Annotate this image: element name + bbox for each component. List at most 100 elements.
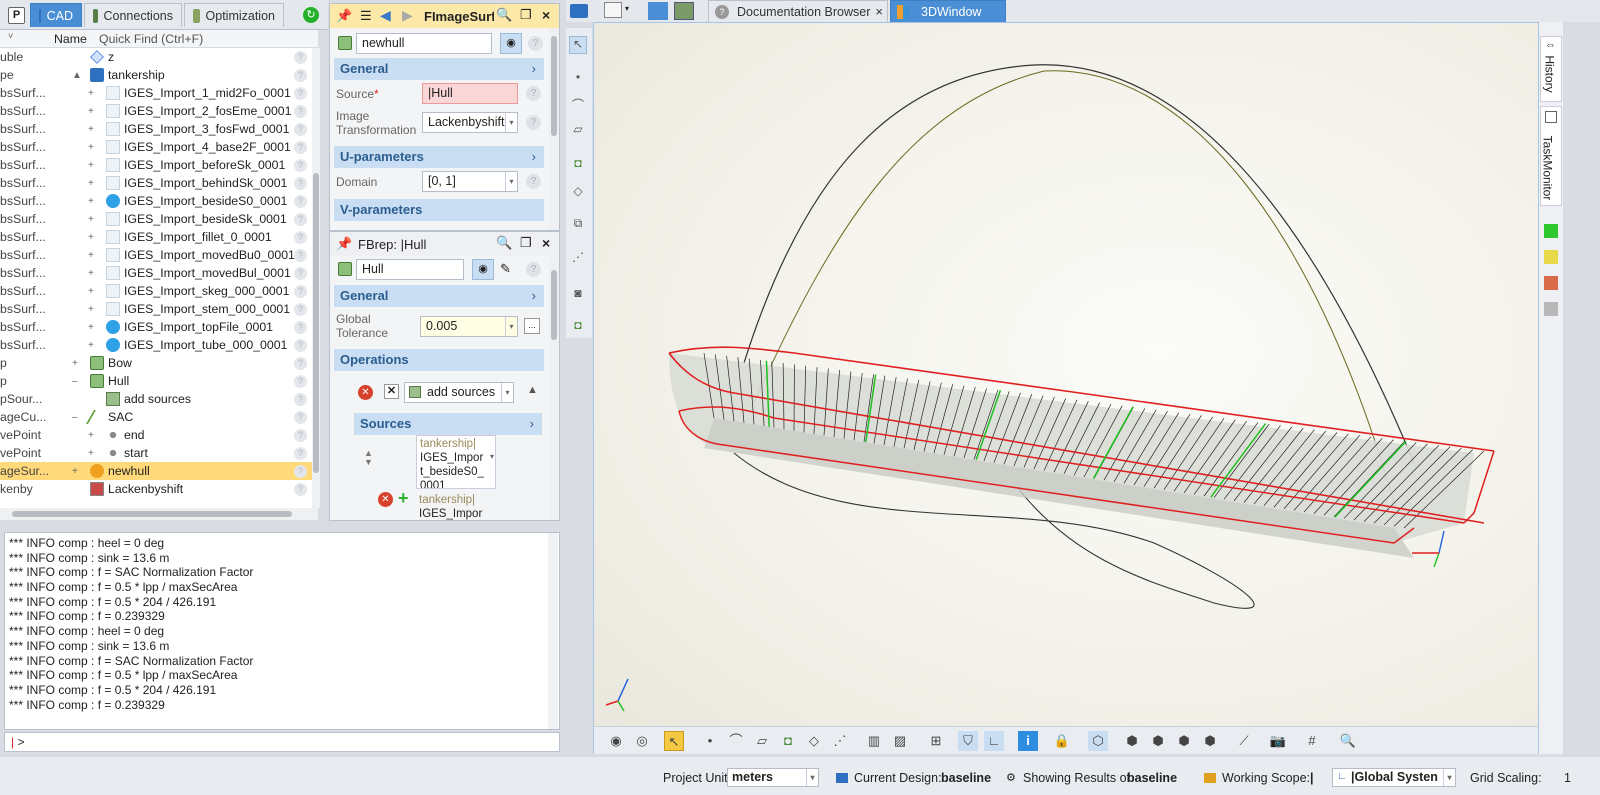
eye-icon[interactable]: ◉: [472, 259, 494, 280]
expand-icon[interactable]: –: [72, 376, 78, 387]
transform-icon[interactable]: ⧉: [569, 216, 587, 234]
expand-icon[interactable]: +: [88, 214, 94, 225]
shield-icon[interactable]: ⛉: [958, 731, 978, 751]
pin-icon[interactable]: 📌: [336, 8, 352, 24]
expand-icon[interactable]: +: [88, 340, 94, 351]
plane-icon[interactable]: ◇: [804, 731, 824, 751]
expand-icon[interactable]: +: [72, 358, 78, 369]
expand-icon[interactable]: ▲: [72, 70, 82, 81]
lock-icon[interactable]: 🔒: [1052, 731, 1072, 751]
zoom-icon[interactable]: 🔍: [1338, 731, 1358, 751]
point-icon[interactable]: •: [700, 731, 720, 751]
expand-icon[interactable]: +: [88, 268, 94, 279]
help-icon[interactable]: ?: [294, 122, 307, 136]
pin-icon[interactable]: 📌: [336, 236, 352, 252]
source-item-1[interactable]: tankership| IGES_Impor t_besideS0_ 0001: [416, 435, 496, 489]
tree-row[interactable]: pSour... add sources?: [0, 390, 318, 408]
v-params-header[interactable]: V-parameters: [334, 199, 544, 221]
menu-icon[interactable]: ☰: [360, 8, 372, 24]
expand-icon[interactable]: +: [88, 448, 94, 459]
wire-icon[interactable]: ▥: [864, 731, 884, 751]
help-icon[interactable]: ?: [526, 262, 541, 277]
domain-field[interactable]: [0, 1] ▾: [422, 171, 518, 192]
expand-icon[interactable]: +: [88, 250, 94, 261]
tree-row[interactable]: bsSurf... + IGES_Import_tube_000_0001?: [0, 336, 318, 354]
expand-icon[interactable]: +: [88, 232, 94, 243]
console-vscroll[interactable]: [548, 533, 558, 729]
tree-row[interactable]: bsSurf... + IGES_Import_4_base2F_0001?: [0, 138, 318, 156]
dotted-line-icon[interactable]: ⋰: [569, 250, 587, 268]
help-icon[interactable]: ?: [294, 266, 307, 280]
taskmonitor-tab[interactable]: TaskMonitor: [1540, 106, 1562, 206]
tree-hscroll[interactable]: [0, 508, 318, 520]
help-icon[interactable]: ?: [526, 86, 541, 101]
help-icon[interactable]: ?: [294, 464, 307, 478]
dropdown-icon[interactable]: ▾: [490, 452, 494, 461]
folder-icon[interactable]: [570, 4, 588, 18]
remove-icon[interactable]: ✕: [378, 492, 393, 507]
tree-row[interactable]: bsSurf... + IGES_Import_1_mid2Fo_0001?: [0, 84, 318, 102]
expand-icon[interactable]: –: [72, 412, 78, 423]
surface-icon[interactable]: ▱: [752, 731, 772, 751]
help-icon[interactable]: ?: [294, 446, 307, 460]
status-gray-icon[interactable]: [1544, 302, 1558, 316]
help-icon[interactable]: ?: [294, 158, 307, 172]
select-icon[interactable]: ↖: [664, 731, 684, 751]
help-icon[interactable]: ?: [528, 36, 543, 51]
help-icon[interactable]: ?: [294, 338, 307, 352]
expand-icon[interactable]: +: [88, 322, 94, 333]
tree-row[interactable]: p – Hull?: [0, 372, 318, 390]
general-header[interactable]: General ›: [334, 285, 544, 307]
camera-icon[interactable]: 📷: [1268, 731, 1288, 751]
reorder-icon[interactable]: ▲ ▼: [364, 449, 373, 467]
help-icon[interactable]: ?: [294, 140, 307, 154]
close-icon[interactable]: ×: [542, 7, 550, 23]
help-icon[interactable]: ?: [294, 68, 307, 82]
tree-row[interactable]: uble z?: [0, 48, 318, 66]
panel2-vscroll[interactable]: [549, 256, 559, 520]
tree-row[interactable]: p + Bow?: [0, 354, 318, 372]
cube-top-icon[interactable]: ⬢: [1174, 731, 1194, 751]
surface-icon[interactable]: ▱: [569, 122, 587, 140]
brep-icon[interactable]: ◘: [569, 318, 587, 336]
curve-icon[interactable]: ⌒: [726, 731, 746, 751]
sync-icon[interactable]: ↻: [303, 7, 319, 23]
help-icon[interactable]: ?: [294, 194, 307, 208]
coordinate-system-select[interactable]: ∟ |Global Systen ▾: [1332, 768, 1456, 787]
grid-view-icon[interactable]: ⊞: [926, 731, 946, 751]
cube-back-icon[interactable]: ⬢: [1200, 731, 1220, 751]
plane-icon[interactable]: ◇: [569, 184, 587, 202]
tolerance-more-button[interactable]: ...: [524, 318, 540, 334]
tree-row[interactable]: vePoint + end?: [0, 426, 318, 444]
delete-icon[interactable]: ✕: [384, 384, 399, 399]
project-units-select[interactable]: meters ▾: [727, 768, 819, 787]
eye-icon[interactable]: ◉: [500, 33, 522, 54]
copy-icon[interactable]: ❐: [520, 235, 532, 251]
forward-icon[interactable]: ▶: [402, 7, 413, 24]
expand-icon[interactable]: +: [88, 430, 94, 441]
help-icon[interactable]: ?: [294, 86, 307, 100]
folder-icon[interactable]: [648, 2, 668, 20]
tree-row[interactable]: bsSurf... + IGES_Import_beforeSk_0001?: [0, 156, 318, 174]
search-icon[interactable]: 🔍: [496, 235, 512, 251]
status-yellow-icon[interactable]: [1544, 250, 1558, 264]
3d-viewport[interactable]: [593, 22, 1539, 754]
tree-vscroll[interactable]: [312, 48, 320, 508]
history-tab[interactable]: ⇔ History: [1540, 36, 1562, 102]
cube-front-icon[interactable]: ⬢: [1122, 731, 1142, 751]
tab-connections[interactable]: Connections: [84, 3, 182, 27]
close-icon[interactable]: ×: [542, 235, 550, 251]
expand-icon[interactable]: +: [72, 466, 78, 477]
tree-row[interactable]: bsSurf... + IGES_Import_behindSk_0001?: [0, 174, 318, 192]
help-icon[interactable]: ?: [294, 356, 307, 370]
add-icon[interactable]: +: [398, 488, 409, 509]
help-icon[interactable]: ?: [294, 248, 307, 262]
tab-optimization[interactable]: Optimization: [184, 3, 284, 27]
add-sources-field[interactable]: add sources ▾: [404, 382, 514, 403]
sources-header[interactable]: Sources ›: [354, 413, 542, 435]
console-input[interactable]: | >: [4, 732, 560, 752]
help-icon[interactable]: ?: [294, 320, 307, 334]
quick-find-input[interactable]: Quick Find (Ctrl+F): [99, 32, 203, 46]
back-icon[interactable]: ◀: [380, 7, 391, 24]
tree-row[interactable]: pe ▲ tankership?: [0, 66, 318, 84]
